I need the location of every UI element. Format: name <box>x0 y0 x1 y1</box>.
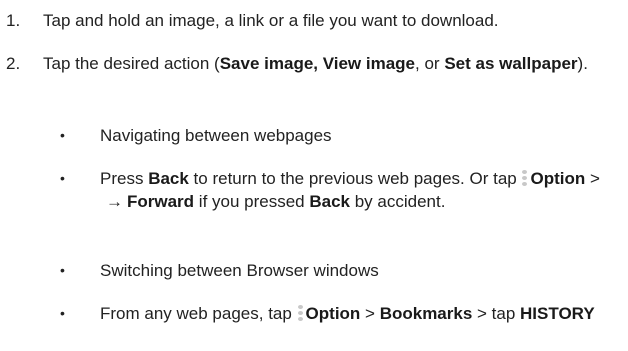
step-number: 1. <box>6 11 21 30</box>
option-label: Option <box>530 169 586 188</box>
step-text-part: ). <box>577 54 588 73</box>
text-part: Press <box>100 169 149 188</box>
text-part: > <box>360 304 380 323</box>
step-text: Tap the desired action (Save image, View… <box>43 52 613 75</box>
bullet-text: Switching between Browser windows <box>100 261 379 280</box>
back-label: Back <box>309 192 350 211</box>
step-text-part: , or <box>415 54 445 73</box>
history-label: HISTORY <box>520 304 595 323</box>
bullet-text: Navigating between webpages <box>100 126 332 145</box>
step-text: Tap and hold an image, a link or a file … <box>43 11 499 30</box>
text-part: to return to the previous web pages. Or … <box>188 169 522 188</box>
text-part: From any web pages, tap <box>100 304 297 323</box>
bullet-text: Press Back to return to the previous web… <box>100 167 615 213</box>
bullet-text: From any web pages, tap Option > Bookmar… <box>100 302 615 325</box>
bullet-marker: • <box>60 127 65 143</box>
forward-label: Forward <box>127 192 195 211</box>
action-name-wallpaper: Set as wallpaper <box>444 54 578 73</box>
back-label: Back <box>148 169 189 188</box>
step-number: 2. <box>6 54 21 73</box>
vertical-dots-icon <box>297 304 303 321</box>
text-part: > tap <box>472 304 521 323</box>
bullet-marker: • <box>60 262 65 278</box>
vertical-dots-icon <box>522 169 528 186</box>
action-names: Save image, View image <box>219 54 416 73</box>
option-label: Option <box>305 304 361 323</box>
right-arrow-icon: → <box>106 192 123 211</box>
instruction-document: 1. Tap and hold an image, a link or a fi… <box>0 0 628 351</box>
step-text-part: Tap the desired action ( <box>43 54 220 73</box>
bullet-marker: • <box>60 305 65 321</box>
bookmarks-label: Bookmarks <box>379 304 473 323</box>
text-part: > <box>585 169 600 188</box>
bullet-marker: • <box>60 170 65 186</box>
text-part: by accident. <box>349 192 446 211</box>
text-part: if you pressed <box>194 192 310 211</box>
